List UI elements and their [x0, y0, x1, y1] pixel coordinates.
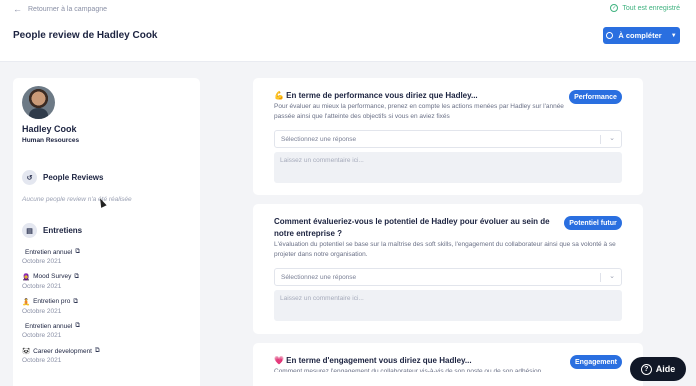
question-description: Comment mesurez l'engagement du collabor…: [274, 368, 542, 372]
entretien-date: Octobre 2021: [22, 307, 62, 315]
select-placeholder: Sélectionnez une réponse: [281, 135, 357, 143]
select-divider: [600, 273, 601, 282]
entretien-link[interactable]: Entretien annuel ⧉: [22, 322, 192, 330]
person-department: Human Resources: [22, 137, 80, 144]
top-bar: ← Retourner à la campagne ✓ Tout est enr…: [0, 0, 696, 62]
save-status: ✓ Tout est enregistré: [610, 4, 680, 12]
external-link-icon[interactable]: ⧉: [75, 322, 80, 330]
question-description: Pour évaluer au mieux la performance, pr…: [274, 103, 564, 120]
potential-question-card: Comment évalueriez-vous le potentiel de …: [253, 204, 643, 334]
save-status-label: Tout est enregistré: [622, 4, 680, 12]
performance-question-card: 💪 En terme de performance vous diriez qu…: [253, 78, 643, 195]
answer-select[interactable]: Sélectionnez une réponse ⌄: [274, 130, 622, 148]
entretiens-list: Entretien annuel ⧉ Octobre 2021 🧕 Mood S…: [22, 248, 192, 372]
page-title: People review de Hadley Cook: [13, 30, 158, 41]
people-reviews-title: People Reviews: [43, 173, 104, 182]
profile-sidebar: Hadley Cook Human Resources ↺ People Rev…: [13, 78, 200, 386]
people-reviews-empty-text: Aucune people review n'a été réalisée: [22, 196, 132, 203]
list-item: 🧕 Mood Survey ⧉ Octobre 2021: [22, 273, 192, 298]
entretiens-title: Entretiens: [43, 226, 83, 235]
question-description: L'évaluation du potentiel se base sur la…: [274, 241, 616, 258]
chevron-down-icon: ⌄: [609, 135, 615, 142]
entretien-date: Octobre 2021: [22, 258, 62, 265]
engagement-question-card: 💗 En terme d'engagement vous diriez que …: [253, 343, 643, 386]
question-title: 💗 En terme d'engagement vous diriez que …: [274, 356, 472, 365]
help-button[interactable]: ? Aide: [630, 357, 686, 381]
external-link-icon[interactable]: ⧉: [75, 248, 80, 256]
check-circle-icon: ✓: [610, 4, 619, 12]
external-link-icon[interactable]: ⧉: [73, 298, 78, 306]
entretien-title: Entretien annuel: [25, 248, 73, 256]
question-circle-icon: ?: [640, 363, 652, 375]
clipboard-icon: ▤: [22, 223, 37, 238]
potential-badge: Potentiel futur: [564, 216, 622, 230]
comment-textarea[interactable]: Laissez un commentaire ici...: [274, 290, 622, 321]
entretien-link[interactable]: 🐼 Career development ⧉: [22, 347, 192, 355]
entretien-emoji: 🧕: [22, 273, 31, 281]
entretien-title: Entretien annuel: [25, 322, 73, 330]
circle-icon: [606, 32, 614, 39]
performance-badge: Performance: [569, 90, 622, 104]
list-item: 🐼 Career development ⧉ Octobre 2021: [22, 347, 192, 372]
people-reviews-heading: ↺ People Reviews: [22, 170, 103, 185]
entretien-title: Entretien pro: [33, 298, 71, 306]
entretien-title: Career development: [33, 347, 92, 355]
chevron-down-icon: ▼: [670, 32, 677, 39]
list-item: Entretien annuel ⧉ Octobre 2021: [22, 248, 192, 273]
external-link-icon[interactable]: ⧉: [74, 273, 79, 281]
back-to-campaign-link[interactable]: ← Retourner à la campagne: [13, 4, 107, 14]
external-link-icon[interactable]: ⧉: [95, 347, 100, 355]
status-dropdown-button[interactable]: À compléter ▼: [603, 27, 680, 44]
entretien-emoji: 🧘: [22, 298, 31, 306]
back-label: Retourner à la campagne: [28, 5, 107, 13]
answer-select[interactable]: Sélectionnez une réponse ⌄: [274, 268, 622, 286]
entretien-title: Mood Survey: [33, 273, 72, 281]
arrow-left-icon: ←: [13, 4, 22, 14]
entretien-date: Octobre 2021: [22, 282, 62, 290]
question-title: 💪 En terme de performance vous diriez qu…: [274, 91, 478, 100]
comment-textarea[interactable]: Laissez un commentaire ici...: [274, 152, 622, 183]
status-label: À compléter: [618, 31, 662, 40]
avatar: [22, 86, 55, 119]
entretien-link[interactable]: Entretien annuel ⧉: [22, 248, 192, 256]
entretien-emoji: 🐼: [22, 348, 31, 356]
select-divider: [600, 135, 601, 144]
chevron-down-icon: ⌄: [609, 273, 615, 280]
select-placeholder: Sélectionnez une réponse: [281, 273, 357, 281]
entretiens-heading: ▤ Entretiens: [22, 223, 82, 238]
person-name: Hadley Cook: [22, 124, 77, 134]
entretien-link[interactable]: 🧘 Entretien pro ⧉: [22, 298, 192, 306]
question-title: Comment évalueriez-vous le potentiel de …: [274, 217, 550, 238]
list-item: Entretien annuel ⧉ Octobre 2021: [22, 322, 192, 347]
entretien-link[interactable]: 🧕 Mood Survey ⧉: [22, 273, 192, 281]
entretien-date: Octobre 2021: [22, 357, 62, 365]
help-label: Aide: [655, 364, 676, 374]
history-icon: ↺: [22, 170, 37, 185]
entretien-date: Octobre 2021: [22, 332, 62, 340]
list-item: 🧘 Entretien pro ⧉ Octobre 2021: [22, 298, 192, 323]
